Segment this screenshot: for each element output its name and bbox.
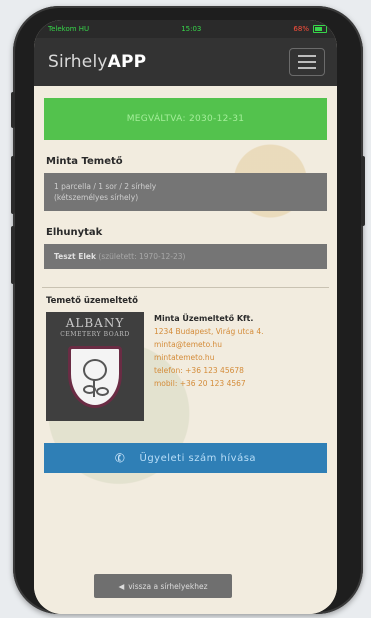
operator-mobile[interactable]: mobil: +36 20 123 4567 bbox=[154, 377, 264, 390]
operator-phone[interactable]: telefon: +36 123 45678 bbox=[154, 364, 264, 377]
app-brand[interactable]: SirhelyAPP bbox=[48, 52, 146, 72]
section-divider bbox=[42, 287, 329, 288]
operator-logo: ALBANY CEMETERY BOARD bbox=[46, 312, 144, 421]
grave-location: 1 parcella / 1 sor / 2 sírhely bbox=[54, 182, 157, 191]
logo-text-sub: CEMETERY BOARD bbox=[60, 331, 130, 338]
deceased-date: (született: 1970-12-23) bbox=[98, 252, 186, 261]
deceased-title: Elhunytak bbox=[46, 227, 103, 238]
operator-website[interactable]: mintatemeto.hu bbox=[154, 351, 264, 364]
rose-icon bbox=[83, 359, 107, 381]
side-button bbox=[11, 92, 15, 128]
grave-type: (kétszemélyes sírhely) bbox=[54, 193, 139, 202]
deceased-name: Teszt Elek bbox=[54, 252, 97, 261]
carrier-label: Telekom HU bbox=[48, 25, 90, 33]
operator-company: Minta Üzemeltető Kft. bbox=[154, 314, 254, 323]
main-content: MEGVÁLTVA: 2030-12-31 Minta Temető 1 par… bbox=[34, 86, 337, 614]
operator-card: ALBANY CEMETERY BOARD Minta Üzemeltető K… bbox=[46, 312, 329, 421]
top-navbar: SirhelyAPP bbox=[34, 38, 337, 86]
back-to-graves-button[interactable]: ◀ vissza a sírhelyekhez bbox=[94, 574, 232, 598]
back-button-label: vissza a sírhelyekhez bbox=[128, 581, 208, 591]
logo-text-main: ALBANY bbox=[65, 316, 125, 330]
status-banner: MEGVÁLTVA: 2030-12-31 bbox=[44, 98, 327, 140]
brand-suffix: APP bbox=[107, 52, 147, 72]
operator-address: 1234 Budapest, Virág utca 4. bbox=[154, 327, 264, 336]
volume-down-button bbox=[11, 226, 15, 284]
status-bar: Telekom HU 15:03 68% bbox=[34, 20, 337, 38]
hamburger-icon[interactable] bbox=[289, 48, 325, 76]
cemetery-name: Minta Temető bbox=[46, 156, 123, 167]
battery-label: 68% bbox=[293, 25, 309, 33]
time-label: 15:03 bbox=[181, 25, 202, 33]
brand-prefix: Sirhely bbox=[48, 52, 108, 72]
call-button-label: Ügyeleti szám hívása bbox=[139, 452, 257, 464]
battery-icon bbox=[312, 25, 327, 33]
operator-details: Minta Üzemeltető Kft. 1234 Budapest, Vir… bbox=[154, 312, 264, 421]
grave-info-box: 1 parcella / 1 sor / 2 sírhely (kétszemé… bbox=[44, 173, 327, 211]
call-duty-number-button[interactable]: ✆ Ügyeleti szám hívása bbox=[44, 443, 327, 473]
deceased-box: Teszt Elek (született: 1970-12-23) bbox=[44, 244, 327, 269]
crest-icon bbox=[68, 346, 122, 408]
power-button bbox=[361, 156, 365, 226]
phone-icon: ✆ bbox=[112, 449, 128, 467]
operator-title: Temető üzemeltető bbox=[46, 296, 138, 306]
volume-up-button bbox=[11, 156, 15, 214]
phone-screen: Telekom HU 15:03 68% SirhelyAPP MEGVÁLTV… bbox=[34, 20, 337, 614]
arrow-left-icon: ◀ bbox=[118, 581, 125, 591]
operator-email[interactable]: minta@temeto.hu bbox=[154, 338, 264, 351]
status-right: 68% bbox=[293, 25, 327, 33]
